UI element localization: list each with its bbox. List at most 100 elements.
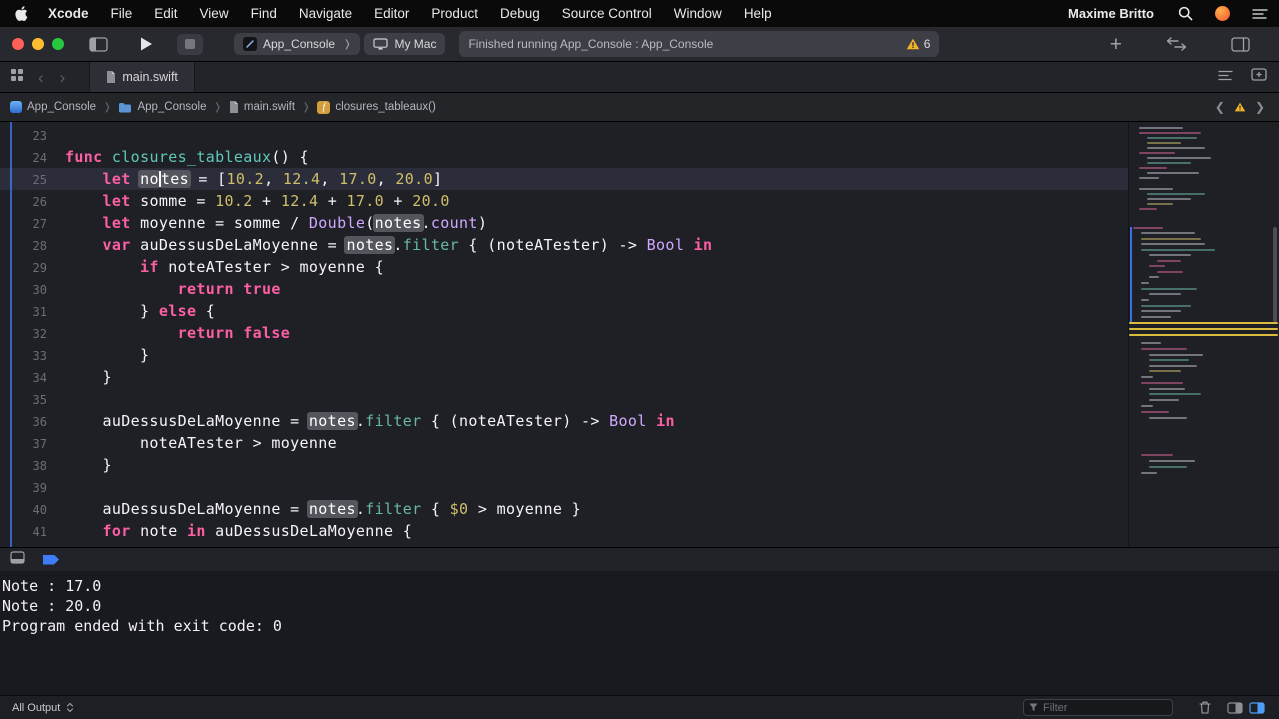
- minimap-line: [1141, 376, 1153, 378]
- project-icon: [10, 101, 22, 113]
- breadcrumb-file[interactable]: main.swift: [229, 101, 295, 113]
- editor-options-icon[interactable]: [1218, 68, 1233, 86]
- menubar-app-icon[interactable]: [1204, 6, 1241, 21]
- minimap-line: [1141, 316, 1171, 318]
- code-token: Bool: [609, 412, 647, 430]
- related-items-grid-icon[interactable]: [10, 68, 24, 87]
- debug-console[interactable]: Note : 17.0Note : 20.0Program ended with…: [0, 571, 1279, 695]
- previous-issue-button[interactable]: ❮: [1215, 100, 1225, 114]
- source-editor[interactable]: 2324func closures_tableaux() {25 let not…: [0, 122, 1279, 547]
- minimize-window-button[interactable]: [32, 38, 44, 50]
- code-token: tes: [161, 170, 191, 188]
- minimap-line: [1141, 348, 1187, 350]
- code-line-26[interactable]: 26 let somme = 10.2 + 12.4 + 17.0 + 20.0: [0, 190, 1128, 212]
- close-window-button[interactable]: [12, 38, 24, 50]
- code-line-39[interactable]: 39: [0, 476, 1128, 498]
- menu-product[interactable]: Product: [420, 6, 489, 21]
- toggle-inspectors-sidebar-icon[interactable]: [1231, 37, 1250, 52]
- next-issue-button[interactable]: ❯: [1255, 100, 1265, 114]
- minimap-line: [1139, 167, 1167, 169]
- code-line-33[interactable]: 33 }: [0, 344, 1128, 366]
- breadcrumb-group[interactable]: App_Console: [118, 101, 206, 113]
- hide-debug-area-icon[interactable]: [10, 551, 25, 569]
- toggle-variables-view-icon[interactable]: [1227, 702, 1243, 714]
- menu-window[interactable]: Window: [663, 6, 733, 21]
- scheme-selector[interactable]: App_Console ❭: [234, 33, 360, 55]
- zoom-window-button[interactable]: [52, 38, 64, 50]
- warning-icon[interactable]: [1234, 102, 1246, 112]
- function-icon: f: [317, 101, 330, 114]
- issues-badge[interactable]: 6: [906, 37, 931, 51]
- control-center-list-icon[interactable]: [1241, 8, 1279, 20]
- toggle-navigator-sidebar-icon[interactable]: [89, 37, 108, 52]
- code-line-35[interactable]: 35: [0, 388, 1128, 410]
- code-line-27[interactable]: 27 let moyenne = somme / Double(notes.co…: [0, 212, 1128, 234]
- clear-console-trash-icon[interactable]: [1199, 701, 1211, 714]
- code-token: [684, 236, 693, 254]
- code-line-31[interactable]: 31 } else {: [0, 300, 1128, 322]
- code-line-23[interactable]: 23: [0, 124, 1128, 146]
- code-text: let notes = [10.2, 12.4, 17.0, 20.0]: [47, 168, 442, 190]
- apple-menu-icon[interactable]: [0, 6, 37, 21]
- stop-button[interactable]: [177, 34, 203, 55]
- code-token: in: [656, 412, 675, 430]
- menu-edit[interactable]: Edit: [143, 6, 188, 21]
- library-add-button[interactable]: +: [1110, 34, 1122, 55]
- code-line-41[interactable]: 41 for note in auDessusDeLaMoyenne {: [0, 520, 1128, 542]
- breakpoints-toggle-icon[interactable]: [43, 555, 59, 565]
- code-line-37[interactable]: 37 noteATester > moyenne: [0, 432, 1128, 454]
- console-scope-popup[interactable]: All Output: [8, 702, 74, 714]
- menu-help[interactable]: Help: [733, 6, 783, 21]
- minimap-line: [1141, 382, 1183, 384]
- breadcrumb-project[interactable]: App_Console: [10, 101, 96, 113]
- code-text: auDessusDeLaMoyenne = notes.filter { $0 …: [47, 498, 581, 520]
- run-button[interactable]: [139, 36, 154, 52]
- menu-xcode[interactable]: Xcode: [37, 6, 100, 21]
- minimap-change-bar: [1130, 227, 1132, 322]
- code-line-30[interactable]: 30 return true: [0, 278, 1128, 300]
- activity-viewer[interactable]: Finished running App_Console : App_Conso…: [459, 31, 939, 57]
- filter-input[interactable]: [1024, 702, 1172, 714]
- run-destination-selector[interactable]: My Mac: [364, 33, 445, 55]
- menu-navigate[interactable]: Navigate: [288, 6, 363, 21]
- xcode-window: XcodeFileEditViewFindNavigateEditorProdu…: [0, 0, 1279, 719]
- console-filter-field[interactable]: [1023, 699, 1173, 716]
- menubar-user[interactable]: Maxime Britto: [1055, 6, 1167, 21]
- breadcrumb-symbol[interactable]: f closures_tableaux(): [317, 101, 435, 114]
- minimap-line: [1149, 460, 1195, 462]
- code-line-28[interactable]: 28 var auDessusDeLaMoyenne = notes.filte…: [0, 234, 1128, 256]
- code-line-24[interactable]: 24func closures_tableaux() {: [0, 146, 1128, 168]
- minimap-line: [1147, 193, 1205, 195]
- toggle-console-view-icon[interactable]: [1249, 702, 1265, 714]
- code-line-25[interactable]: 25 let notes = [10.2, 12.4, 17.0, 20.0]: [0, 168, 1128, 190]
- issue-navigation: ❮ ❯: [1215, 100, 1269, 114]
- search-icon[interactable]: [1167, 6, 1204, 21]
- scrollbar-thumb[interactable]: [1273, 227, 1277, 322]
- go-back-button[interactable]: ‹: [36, 69, 46, 86]
- menu-view[interactable]: View: [189, 6, 240, 21]
- code-token: 17.0: [339, 170, 377, 188]
- scheme-target-icon: [243, 37, 257, 51]
- menu-editor[interactable]: Editor: [363, 6, 420, 21]
- menu-debug[interactable]: Debug: [489, 6, 551, 21]
- menu-source-control[interactable]: Source Control: [551, 6, 663, 21]
- code-token: 10.2: [215, 192, 253, 210]
- code-line-29[interactable]: 29 if noteATester > moyenne {: [0, 256, 1128, 278]
- menu-file[interactable]: File: [100, 6, 144, 21]
- code-line-34[interactable]: 34 }: [0, 366, 1128, 388]
- code-line-38[interactable]: 38 }: [0, 454, 1128, 476]
- code-line-32[interactable]: 32 return false: [0, 322, 1128, 344]
- minimap-line: [1149, 276, 1159, 278]
- go-forward-button[interactable]: ›: [58, 69, 68, 86]
- folder-icon: [118, 102, 132, 113]
- code-line-36[interactable]: 36 auDessusDeLaMoyenne = notes.filter { …: [0, 410, 1128, 432]
- minimap[interactable]: [1128, 122, 1279, 547]
- add-editor-icon[interactable]: [1251, 68, 1267, 86]
- tab-main-swift[interactable]: main.swift: [89, 62, 195, 92]
- minimap-line: [1149, 417, 1187, 419]
- code-token: filter: [365, 412, 421, 430]
- code-review-arrows-icon[interactable]: [1166, 37, 1187, 51]
- code-line-40[interactable]: 40 auDessusDeLaMoyenne = notes.filter { …: [0, 498, 1128, 520]
- code-token: {: [422, 500, 450, 518]
- menu-find[interactable]: Find: [240, 6, 288, 21]
